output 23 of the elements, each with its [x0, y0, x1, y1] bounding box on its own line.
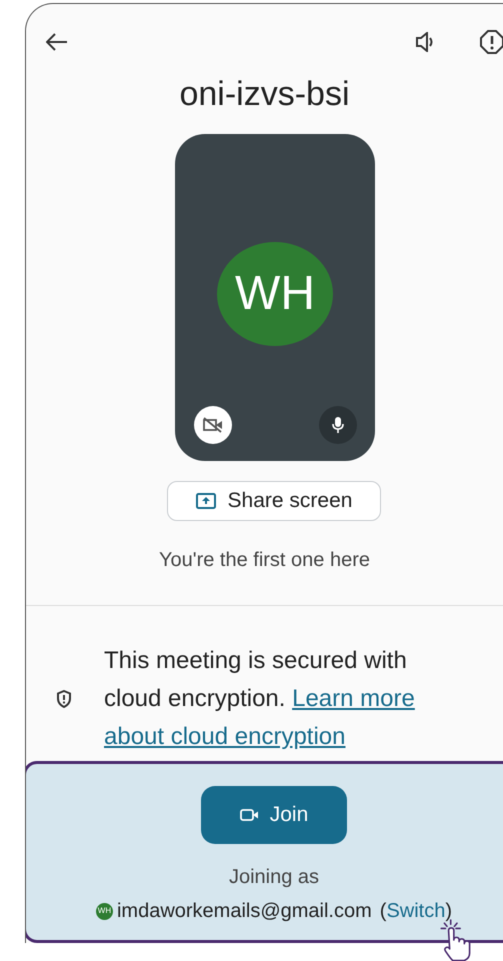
back-icon[interactable] — [46, 33, 68, 51]
account-email: imdaworkemails@gmail.com — [116, 899, 372, 924]
joining-as-label: Joining as — [228, 865, 320, 890]
switch-link[interactable]: Switch — [386, 896, 446, 926]
learn-more-link[interactable]: about cloud encryption — [104, 723, 346, 750]
security-notice: This meeting is secured with cloud encryption. Learn more about cloud encryption — [104, 646, 416, 752]
learn-more-link[interactable]: Learn more — [292, 685, 415, 712]
camera-off-icon — [203, 417, 223, 433]
account-avatar: WH — [96, 902, 113, 920]
video-camera-icon — [240, 808, 260, 822]
present-icon — [196, 493, 216, 509]
shield-icon — [56, 690, 72, 708]
alert-icon[interactable] — [480, 30, 503, 54]
close-parenthesis: ) — [445, 899, 452, 924]
meeting-code: oni-izvs-bsi — [178, 74, 351, 115]
mic-toggle-button[interactable] — [319, 406, 357, 444]
share-screen-button[interactable]: Share screen — [167, 481, 381, 521]
camera-toggle-button[interactable] — [194, 406, 232, 444]
avatar: WH — [217, 242, 333, 346]
microphone-icon — [332, 416, 344, 434]
join-button[interactable]: Join — [201, 786, 347, 844]
status-text: You're the first one here — [158, 548, 371, 573]
open-parenthesis: ( — [380, 899, 386, 924]
